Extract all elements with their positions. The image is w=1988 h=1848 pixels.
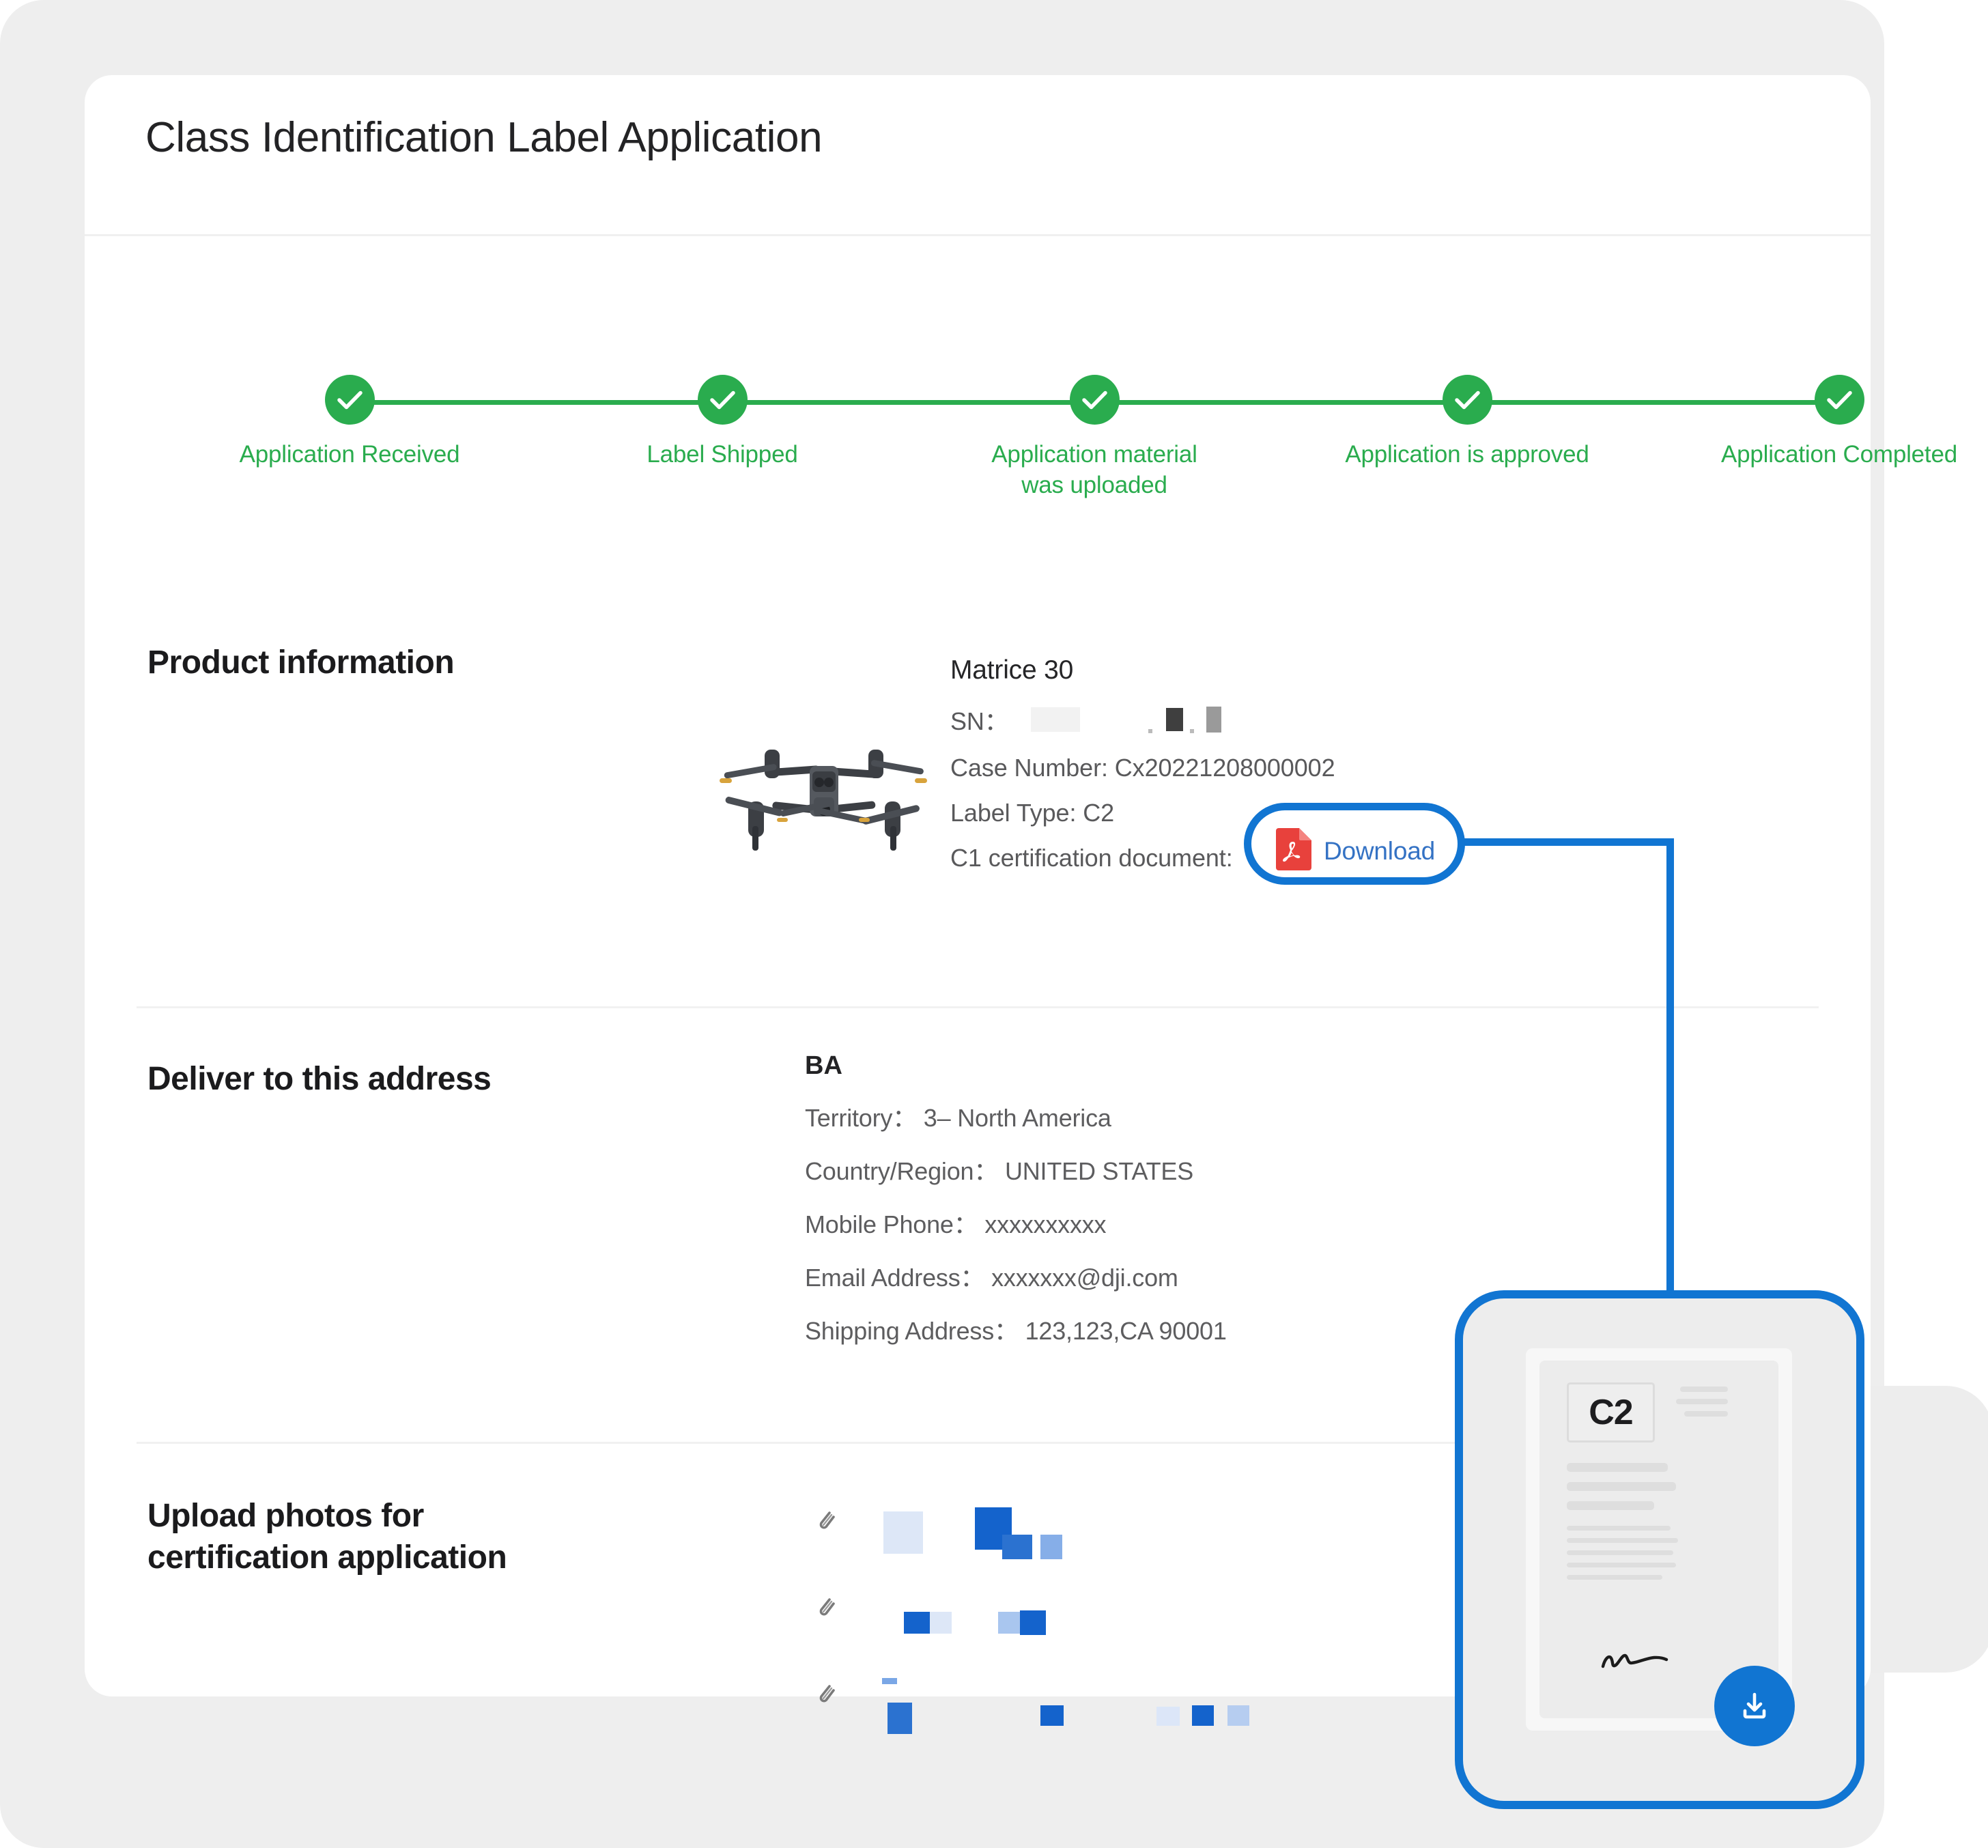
download-link[interactable]: Download: [1276, 828, 1435, 874]
attachment-filename-redacted: [930, 1612, 952, 1634]
callout-connector-vertical: [1666, 838, 1674, 1330]
product-name: Matrice 30: [950, 655, 1074, 685]
product-case-number: Case Number: Cx20221208000002: [950, 754, 1335, 782]
drone-product-image: [714, 730, 933, 853]
doc-body-line: [1567, 1482, 1676, 1491]
doc-body-line: [1567, 1463, 1668, 1472]
sn-redact-dot: [1148, 729, 1152, 733]
cert-document-label: C1 certification document:: [950, 844, 1233, 872]
product-sn-label: SN：: [950, 707, 1009, 735]
attachment-filename-redacted: [1040, 1705, 1064, 1726]
stepper-step-label-shipped[interactable]: Label Shipped: [565, 362, 879, 470]
doc-header-line: [1676, 1399, 1728, 1404]
attachment-filename-redacted: [1156, 1707, 1180, 1726]
doc-body-line: [1567, 1501, 1654, 1510]
attachment-filename-redacted: [904, 1612, 931, 1634]
attachment-filename-redacted: [882, 1678, 897, 1684]
callout-connector-horizontal: [1461, 838, 1674, 846]
address-email: Email Address： xxxxxxx@dji.com: [805, 1264, 1178, 1292]
doc-body-line: [1567, 1550, 1673, 1555]
signature-mark: [1601, 1646, 1681, 1677]
stepper-step-label: Application material was uploaded: [991, 441, 1197, 498]
card-header: Class Identification Label Application: [85, 75, 1871, 236]
section-divider: [137, 1006, 1819, 1008]
c2-label-badge: C2: [1567, 1382, 1655, 1442]
c2-certificate-callout: C2: [1455, 1290, 1864, 1809]
address-mobile-phone: Mobile Phone： xxxxxxxxxx: [805, 1210, 1107, 1238]
attachment-filename-redacted: [1002, 1535, 1032, 1559]
check-icon: [1069, 375, 1120, 425]
address-recipient-name: BA: [805, 1051, 842, 1080]
doc-header-line: [1680, 1387, 1728, 1392]
application-progress-stepper: Application Received Label Shipped Appli…: [173, 362, 1957, 519]
attachment-filename-redacted: [1227, 1705, 1249, 1726]
attachment-filename-redacted: [1192, 1705, 1214, 1726]
product-sn-row: SN：: [950, 702, 1770, 737]
doc-body-line: [1567, 1526, 1671, 1531]
stepper-step-label: Label Shipped: [647, 441, 798, 468]
product-sn-redacted-value: [1030, 707, 1080, 732]
product-information-section: Product information Matrice 30 SN： Case …: [85, 594, 1871, 1008]
stepper-step-application-received[interactable]: Application Received: [193, 362, 507, 470]
stepper-step-label: Application is approved: [1345, 441, 1589, 468]
section-heading-upload: Upload photos for certification applicat…: [147, 1498, 507, 1576]
paperclip-icon: [815, 1681, 836, 1711]
stepper-step-material-uploaded[interactable]: Application material was uploaded: [937, 362, 1251, 501]
doc-body-line: [1567, 1563, 1676, 1567]
attachment-filename-redacted: [1020, 1610, 1046, 1635]
sn-redact-block: [1165, 708, 1183, 731]
page-title: Class Identification Label Application: [145, 114, 823, 161]
certificate-document-page: C2: [1539, 1361, 1778, 1718]
address-territory: Territory： 3– North America: [805, 1104, 1111, 1132]
address-country-region: Country/Region： UNITED STATES: [805, 1157, 1194, 1185]
check-icon: [324, 375, 375, 425]
attachment-filename-redacted: [998, 1612, 1023, 1634]
download-label: Download: [1324, 836, 1435, 865]
paperclip-icon: [815, 1507, 836, 1538]
paperclip-icon: [815, 1594, 836, 1625]
section-heading-product: Product information: [147, 644, 455, 681]
check-icon: [1814, 375, 1864, 425]
check-icon: [697, 375, 748, 425]
doc-body-line: [1567, 1575, 1662, 1580]
c2-badge-text: C2: [1589, 1393, 1633, 1432]
download-link-highlight[interactable]: Download: [1244, 803, 1465, 885]
stepper-step-application-completed[interactable]: Application Completed: [1682, 362, 1988, 470]
attachment-filename-redacted: [888, 1703, 912, 1734]
attachment-filename-redacted: [883, 1511, 923, 1554]
download-icon[interactable]: [1714, 1666, 1795, 1746]
attachment-filename-redacted: [1040, 1535, 1062, 1559]
check-icon: [1442, 375, 1492, 425]
stepper-step-label: Application Completed: [1720, 441, 1957, 468]
sn-redact-dot: [1189, 729, 1194, 733]
section-heading-address: Deliver to this address: [147, 1061, 492, 1097]
stepper-step-label: Application Received: [239, 441, 460, 468]
sn-redact-block: [1206, 707, 1221, 733]
doc-body-line: [1567, 1538, 1678, 1543]
stepper-step-application-approved[interactable]: Application is approved: [1310, 362, 1624, 470]
pdf-file-icon: [1276, 828, 1311, 874]
doc-header-line: [1684, 1411, 1728, 1417]
